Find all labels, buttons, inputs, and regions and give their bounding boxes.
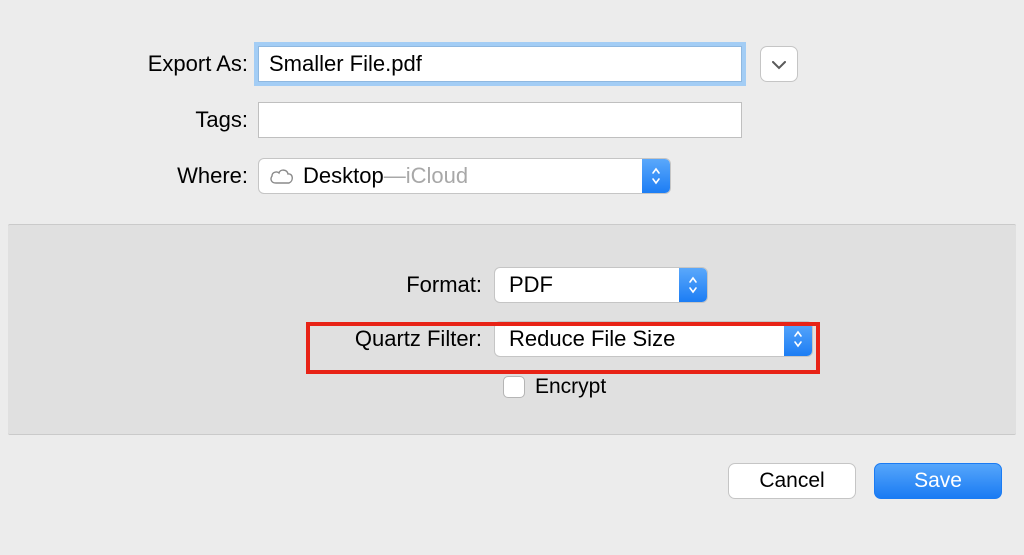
expand-button[interactable] [760, 46, 798, 82]
chevron-down-icon [772, 52, 786, 76]
encrypt-row: Encrypt [8, 375, 1016, 399]
quartz-filter-label: Quartz Filter: [8, 326, 494, 352]
where-label: Where: [0, 163, 258, 189]
format-value: PDF [509, 272, 553, 298]
tags-label: Tags: [0, 107, 258, 133]
where-folder-name: Desktop [303, 163, 384, 189]
quartz-filter-select[interactable]: Reduce File Size [494, 321, 813, 357]
where-select[interactable]: Desktop — iCloud [258, 158, 671, 194]
updown-arrows-icon [679, 268, 707, 302]
cancel-button[interactable]: Cancel [728, 463, 856, 499]
export-dialog: Export As: Tags: Where: Desktop — iCloud [0, 0, 1024, 555]
quartz-filter-value: Reduce File Size [509, 326, 675, 352]
export-as-label: Export As: [0, 51, 258, 77]
updown-arrows-icon [784, 322, 812, 356]
cloud-icon [269, 167, 295, 185]
top-section: Export As: Tags: Where: Desktop — iCloud [0, 0, 1024, 224]
tags-row: Tags: [0, 102, 1024, 138]
format-row: Format: PDF [8, 267, 1016, 303]
where-separator: — [384, 163, 406, 189]
format-select[interactable]: PDF [494, 267, 708, 303]
encrypt-label: Encrypt [535, 375, 606, 399]
encrypt-checkbox[interactable] [503, 376, 525, 398]
filename-input[interactable] [258, 46, 742, 82]
save-button[interactable]: Save [874, 463, 1002, 499]
updown-arrows-icon [642, 159, 670, 193]
where-row: Where: Desktop — iCloud [0, 158, 1024, 194]
quartz-filter-row: Quartz Filter: Reduce File Size [8, 321, 1016, 357]
export-as-row: Export As: [0, 46, 1024, 82]
dialog-footer: Cancel Save [0, 435, 1024, 499]
where-location-sub: iCloud [406, 163, 468, 189]
tags-input[interactable] [258, 102, 742, 138]
options-panel: Format: PDF Quartz Filter: Reduce File S… [8, 224, 1016, 435]
format-label: Format: [8, 272, 494, 298]
